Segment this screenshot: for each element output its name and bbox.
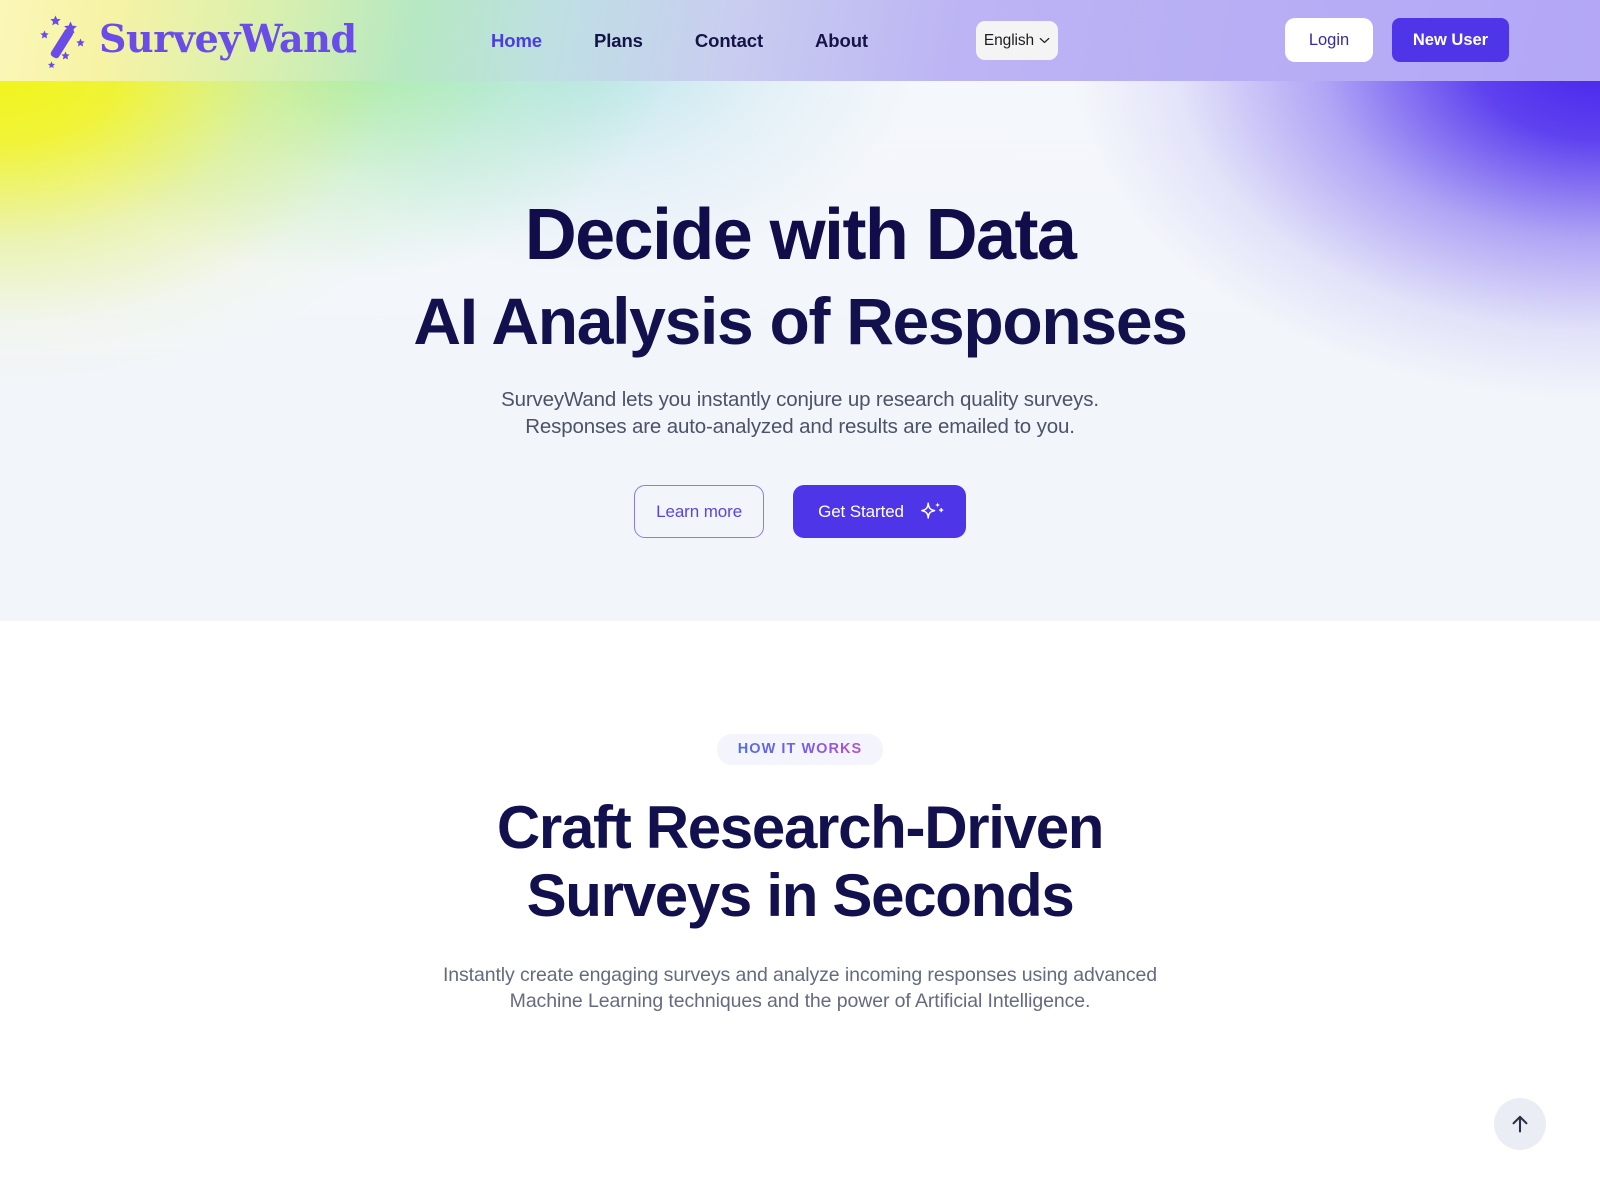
how-it-works-section: HOW IT WORKS Craft Research-Driven Surve… <box>0 621 1600 1015</box>
how-it-works-heading-line1: Craft Research-Driven <box>496 794 1105 861</box>
chevron-down-icon <box>1039 37 1050 44</box>
scroll-to-top-button[interactable] <box>1494 1098 1546 1150</box>
site-header: SurveyWand Home Plans Contact About Engl… <box>0 0 1600 81</box>
how-it-works-heading: Craft Research-Driven Surveys in Seconds <box>0 794 1600 930</box>
hero-title-line2: AI Analysis of Responses <box>413 283 1188 358</box>
arrow-up-icon <box>1509 1113 1531 1135</box>
nav-item-about[interactable]: About <box>789 22 894 60</box>
how-it-works-heading-line2: Surveys in Seconds <box>526 861 1075 929</box>
language-selected-label: English <box>983 31 1035 49</box>
how-it-works-body: Instantly create engaging surveys and an… <box>0 962 1600 1015</box>
hero-section: Decide with Data AI Analysis of Response… <box>0 81 1600 621</box>
nav-item-plans[interactable]: Plans <box>568 22 669 60</box>
main-nav: Home Plans Contact About <box>465 0 894 81</box>
how-it-works-body-line2: Machine Learning techniques and the powe… <box>509 989 1091 1012</box>
learn-more-button[interactable]: Learn more <box>634 485 765 539</box>
how-it-works-badge-label: HOW IT WORKS <box>737 741 863 757</box>
nav-item-contact[interactable]: Contact <box>669 22 789 60</box>
get-started-button[interactable]: Get Started <box>793 485 966 539</box>
get-started-label: Get Started <box>818 501 904 521</box>
hero-cta-row: Learn more Get Started <box>0 485 1600 539</box>
new-user-button[interactable]: New User <box>1392 18 1509 62</box>
hero-subtitle-line2: Responses are auto-analyzed and results … <box>525 415 1075 439</box>
how-it-works-body-line1: Instantly create engaging surveys and an… <box>442 963 1158 986</box>
how-it-works-badge: HOW IT WORKS <box>716 734 884 765</box>
language-selector[interactable]: English <box>976 21 1058 60</box>
hero-subtitle: SurveyWand lets you instantly conjure up… <box>0 386 1600 440</box>
sparkle-icon <box>918 499 944 525</box>
brand-logo[interactable]: SurveyWand <box>36 11 357 69</box>
brand-name: SurveyWand <box>99 15 357 61</box>
hero-subtitle-line1: SurveyWand lets you instantly conjure up… <box>501 388 1099 412</box>
landing-page: SurveyWand Home Plans Contact About Engl… <box>0 0 1600 1200</box>
magic-wand-stars-icon <box>36 11 90 69</box>
login-button[interactable]: Login <box>1285 18 1373 62</box>
nav-item-home[interactable]: Home <box>465 22 568 60</box>
hero-title-line1: Decide with Data <box>524 195 1077 275</box>
